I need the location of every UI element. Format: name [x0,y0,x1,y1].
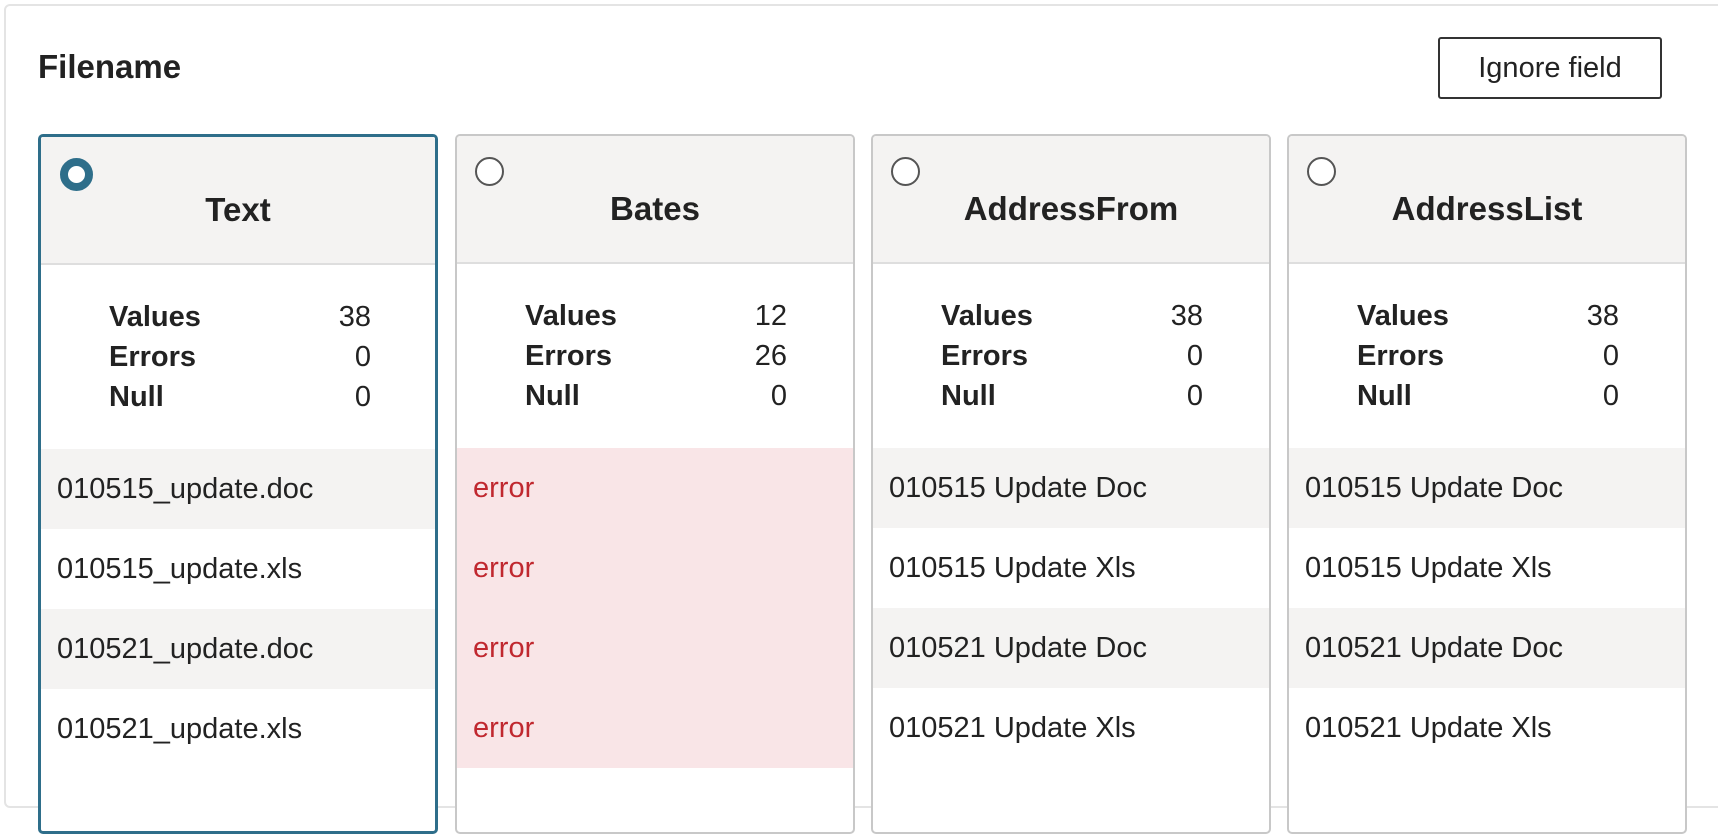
stat-value: 0 [354,381,371,413]
stat-label: Null [1357,380,1412,412]
stat-label: Null [941,380,996,412]
sample-value: 010515 Update Xls [1305,552,1552,584]
stat-value: 26 [754,340,787,372]
ignore-field-button[interactable]: Ignore field [1438,37,1662,99]
sample-error: error [473,552,535,584]
stat-row-errors: Errors 0 [109,341,371,381]
card-header: AddressList [1289,136,1685,264]
type-name: Bates [610,190,700,227]
sample-value: 010515 Update Doc [873,448,1269,528]
type-card-bates[interactable]: Bates Values 12 Errors 26 Null 0 error e… [455,134,855,834]
type-card-addressfrom[interactable]: AddressFrom Values 38 Errors 0 Null 0 01… [871,134,1271,834]
sample-value: 010521 Update Xls [1305,712,1552,744]
stat-label: Errors [941,340,1029,372]
sample-error: error [473,472,535,504]
stat-row-errors: Errors 0 [941,340,1203,380]
stat-row-values: Values 38 [109,301,371,341]
stat-value: 38 [1170,300,1203,332]
type-card-addresslist[interactable]: AddressList Values 38 Errors 0 Null 0 01… [1287,134,1687,834]
field-title: Filename [38,48,182,85]
stat-value: 0 [1602,340,1619,372]
sample-list: error error error error [457,448,853,768]
stat-value: 0 [1602,380,1619,412]
stat-value: 0 [1186,340,1203,372]
stat-label: Values [941,300,1033,332]
sample-value: 010515 Update Doc [1289,448,1685,528]
stat-label: Errors [1357,340,1445,372]
stat-value: 38 [338,301,371,333]
stat-row-null: Null 0 [941,380,1203,420]
stats-block: Values 12 Errors 26 Null 0 [457,264,853,448]
stat-value: 38 [1586,300,1619,332]
sample-list: 010515 Update Doc 010515 Update Xls 0105… [873,448,1269,768]
sample-value: 010521 Update Doc [1289,608,1685,688]
stat-label: Values [525,300,617,332]
sample-value: 010521 Update Xls [889,712,1136,744]
stat-row-null: Null 0 [525,380,787,420]
radio-button-text[interactable] [60,158,93,191]
sample-value: 010521 Update Doc [873,608,1269,688]
stat-row-values: Values 12 [525,300,787,340]
radio-button-addresslist[interactable] [1307,157,1336,186]
radio-button-bates[interactable] [475,157,504,186]
sample-value: 010515 Update Xls [889,552,1136,584]
radio-button-addressfrom[interactable] [891,157,920,186]
type-name: Text [205,191,271,228]
stat-row-errors: Errors 26 [525,340,787,380]
stat-row-null: Null 0 [109,381,371,421]
type-card-text[interactable]: Text Values 38 Errors 0 Null 0 010515_up… [38,134,438,834]
sample-list: 010515 Update Doc 010515 Update Xls 0105… [1289,448,1685,768]
type-name: AddressList [1391,190,1583,227]
sample-value: 010521_update.doc [41,609,435,689]
sample-error: error [473,712,535,744]
stat-label: Null [525,380,580,412]
card-header: Text [41,137,435,265]
stat-value: 12 [754,300,787,332]
sample-value: 010515_update.doc [41,449,435,529]
sample-value: 010515_update.xls [57,553,303,585]
stats-block: Values 38 Errors 0 Null 0 [873,264,1269,448]
stat-label: Null [109,381,164,413]
sample-error: error [473,632,535,664]
type-name: AddressFrom [963,190,1179,227]
stat-value: 0 [770,380,787,412]
stat-row-errors: Errors 0 [1357,340,1619,380]
stat-value: 0 [354,341,371,373]
stat-row-values: Values 38 [1357,300,1619,340]
stat-row-values: Values 38 [941,300,1203,340]
stat-row-null: Null 0 [1357,380,1619,420]
stat-value: 0 [1186,380,1203,412]
stat-label: Values [109,301,201,333]
stats-block: Values 38 Errors 0 Null 0 [41,265,435,449]
card-header: AddressFrom [873,136,1269,264]
card-header: Bates [457,136,853,264]
sample-value: 010521_update.xls [57,713,303,745]
stats-block: Values 38 Errors 0 Null 0 [1289,264,1685,448]
stat-label: Errors [525,340,613,372]
sample-list: 010515_update.doc 010515_update.xls 0105… [41,449,435,769]
stat-label: Values [1357,300,1449,332]
stat-label: Errors [109,341,197,373]
